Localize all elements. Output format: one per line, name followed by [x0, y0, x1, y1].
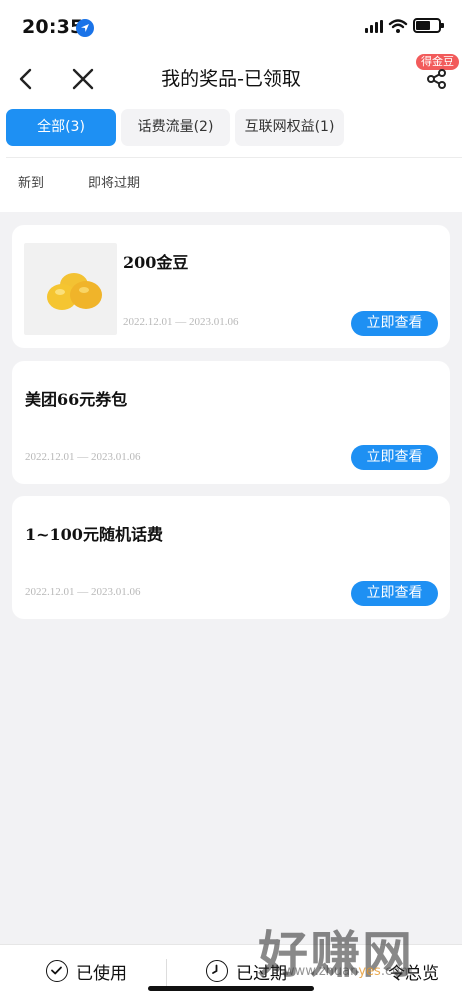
prize-card[interactable]: 200金豆 2022.12.01 — 2023.01.06 立即查看: [12, 225, 450, 348]
gold-bean-image: [24, 243, 117, 335]
page-title: 我的奖品-已领取: [161, 68, 301, 90]
bottom-divider: [166, 959, 167, 987]
battery-icon: [413, 18, 444, 33]
prize-card[interactable]: 1~100元随机话费 2022.12.01 — 2023.01.06 立即查看: [12, 496, 450, 619]
location-icon: [76, 19, 94, 37]
view-now-button[interactable]: 立即查看: [351, 581, 438, 606]
status-time: 20:35: [22, 16, 84, 38]
clock-icon: [206, 960, 228, 982]
status-bar: 20:35: [0, 0, 462, 54]
prize-title: 美团66元券包: [25, 390, 128, 409]
prize-validity-date: 2022.12.01 — 2023.01.06: [25, 451, 141, 463]
signal-icon: [365, 20, 383, 33]
prize-title: 200金豆: [123, 253, 189, 272]
prize-validity-date: 2022.12.01 — 2023.01.06: [25, 586, 141, 598]
tab-all[interactable]: 全部(3): [6, 109, 116, 146]
view-now-button[interactable]: 立即查看: [351, 311, 438, 336]
prize-card[interactable]: 美团66元券包 2022.12.01 — 2023.01.06 立即查看: [12, 361, 450, 484]
used-button[interactable]: 已使用: [76, 959, 127, 984]
tabs-divider: [6, 157, 462, 158]
navbar: 我的奖品-已领取 得金豆: [0, 54, 462, 104]
category-tabs: 全部(3) 话费流量(2) 互联网权益(1): [0, 109, 462, 147]
filter-expiring-soon[interactable]: 即将过期: [88, 172, 140, 191]
watermark-url: www.zhuanyes.com: [284, 964, 413, 979]
sort-filters: 新到 即将过期: [0, 172, 462, 198]
share-icon[interactable]: [424, 66, 450, 92]
tab-internet-benefits[interactable]: 互联网权益(1): [235, 109, 344, 146]
check-circle-icon: [46, 960, 68, 982]
prize-validity-date: 2022.12.01 — 2023.01.06: [123, 316, 239, 328]
home-indicator: [148, 986, 314, 991]
tab-phone-data[interactable]: 话费流量(2): [121, 109, 230, 146]
view-now-button[interactable]: 立即查看: [351, 445, 438, 470]
wifi-icon: [388, 18, 408, 38]
prize-title: 1~100元随机话费: [25, 525, 163, 544]
filter-newest[interactable]: 新到: [18, 172, 44, 191]
